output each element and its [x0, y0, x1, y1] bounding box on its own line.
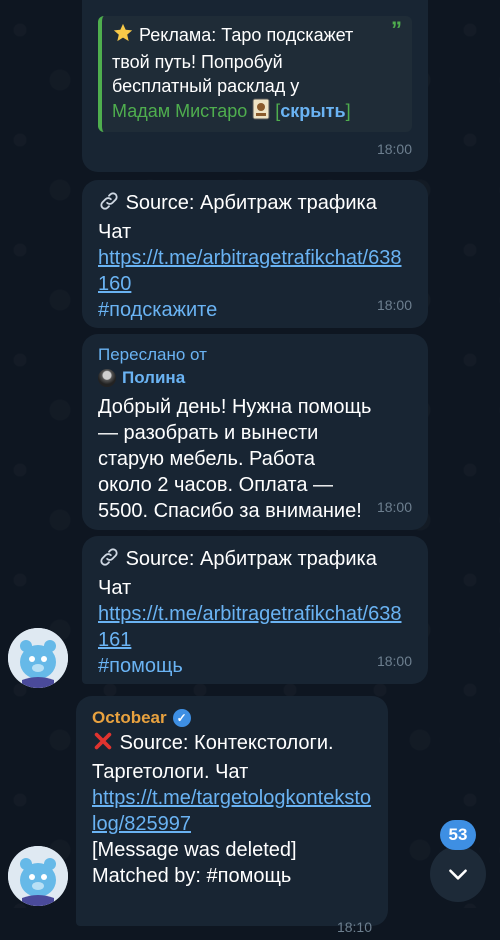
message-bubble[interactable]: Source: Арбитраж трафика Чат https://t.m… — [82, 536, 428, 684]
star-emoji — [112, 22, 134, 50]
source-link[interactable]: https://t.me/targetologkontekstolog/8259… — [92, 787, 371, 835]
message-bubble-forwarded[interactable]: Переслано от Полина Добрый день! Нужна п… — [82, 334, 428, 530]
sender-name: Octobear — [92, 708, 167, 727]
forwarded-user-name: Полина — [122, 368, 186, 387]
bot-avatar[interactable] — [8, 846, 68, 906]
message-time: 18:00 — [376, 653, 412, 669]
red-x-icon — [92, 730, 114, 759]
hashtag-link[interactable]: #помощь — [98, 655, 183, 677]
sponsored-block[interactable]: ” Реклама: Таро подскажет твой путь! Поп… — [98, 16, 412, 132]
ad-brand-link[interactable]: Мадам Мистаро — [112, 101, 247, 121]
source-text: Source: Арбитраж трафика Чат — [98, 548, 377, 599]
ad-text: Реклама: Таро подскажет твой путь! Попро… — [112, 25, 354, 96]
message-time: 18:00 — [376, 499, 412, 515]
source-link[interactable]: https://t.me/arbitragetrafikchat/638161 — [98, 603, 402, 651]
forwarded-label: Переслано от — [98, 345, 207, 364]
message-time: 18:10 — [336, 919, 372, 935]
source-link[interactable]: https://t.me/arbitragetrafikchat/638160 — [98, 247, 402, 295]
chevron-down-icon — [449, 869, 467, 880]
message-text: Добрый день! Нужна помощь — разобрать и … — [98, 396, 372, 522]
source-text: Source: Контекстологи. Таргетологи. Чат — [92, 732, 334, 783]
scroll-down-button[interactable] — [430, 846, 486, 902]
matched-text: Matched by: #помощь — [92, 865, 292, 887]
link-icon — [98, 546, 120, 575]
message-bubble[interactable]: Source: Арбитраж трафика Чат https://t.m… — [82, 180, 428, 328]
hashtag-link[interactable]: #подскажите — [98, 299, 217, 321]
quote-icon: ” — [391, 17, 402, 42]
hide-ad-button[interactable]: скрыть — [280, 101, 345, 121]
verified-icon: ✓ — [172, 709, 191, 727]
message-bubble-bot[interactable]: Octobear ✓ Source: Контекстологи. Таргет… — [76, 696, 388, 935]
source-text: Source: Арбитраж трафика Чат — [98, 192, 377, 243]
link-icon — [98, 190, 120, 219]
message-time: 18:00 — [376, 141, 412, 157]
unread-count-badge: 53 — [440, 820, 476, 850]
bot-avatar[interactable] — [8, 628, 68, 688]
sender-name-row[interactable]: Octobear ✓ — [92, 706, 372, 730]
message-time: 18:00 — [376, 297, 412, 313]
message-bubble-ad[interactable]: ” Реклама: Таро подскажет твой путь! Поп… — [82, 0, 428, 172]
user-avatar — [98, 369, 116, 387]
forwarded-user[interactable]: Полина — [98, 366, 412, 390]
tarot-card-icon — [252, 98, 270, 126]
deleted-notice: [Message was deleted] — [92, 839, 297, 861]
